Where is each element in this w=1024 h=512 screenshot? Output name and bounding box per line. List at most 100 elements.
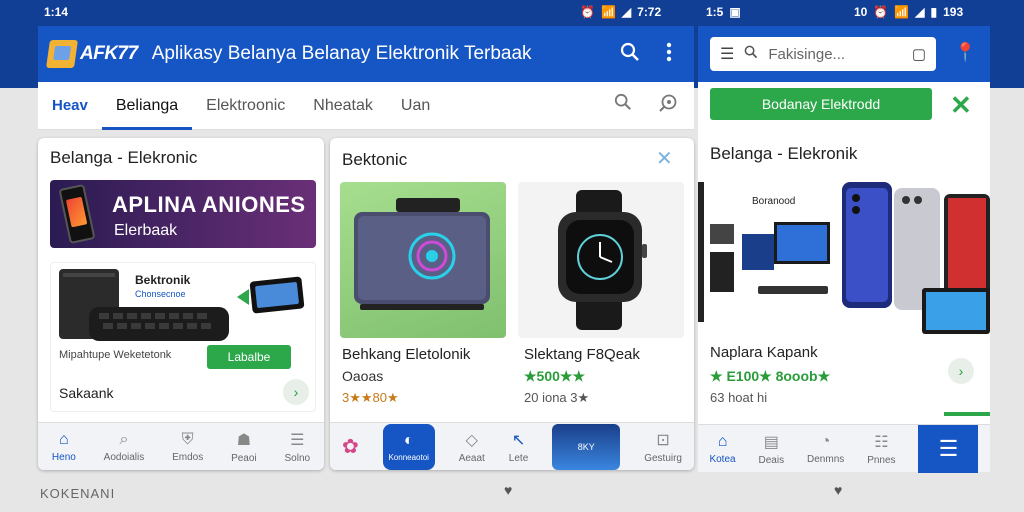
- right-panel: Bodanay Elektrodd ✕ Belanga - Elekronik …: [698, 82, 990, 473]
- tab-electronic[interactable]: Elektroonic: [192, 82, 299, 130]
- search-icon: [744, 45, 758, 63]
- drop-icon: ◇: [465, 431, 478, 449]
- tab-deals[interactable]: Nheatak: [299, 82, 387, 130]
- nav-cart[interactable]: ⊡ Gestuirg: [644, 430, 682, 464]
- nav-label: Konneaotoi: [388, 452, 429, 462]
- logo-icon: [46, 40, 78, 68]
- smartwatch-image: [558, 190, 647, 330]
- nav-menu[interactable]: ☰ Solno: [285, 430, 311, 464]
- tablet-image: [237, 276, 305, 314]
- chevron-right-icon[interactable]: ›: [283, 379, 309, 405]
- product-name: Behkang Eletolonik: [342, 346, 471, 363]
- chevron-right-icon[interactable]: ›: [948, 358, 974, 384]
- nav-label: Heno: [51, 451, 76, 463]
- status-time: 1:14: [44, 5, 69, 19]
- tab-shopping[interactable]: Belianga: [101, 82, 193, 130]
- section-title: Belanga - Elekronik: [710, 144, 858, 163]
- menu-icon[interactable]: ☰: [720, 44, 734, 64]
- product-name: Slektang F8Qeak: [524, 346, 640, 363]
- nav-label: Aeaat: [458, 452, 485, 464]
- search-field[interactable]: ☰ Fakisinge... ▢: [710, 37, 936, 71]
- screenshot-icon: ▣: [729, 5, 741, 19]
- product-rating: 63 hoat hi: [710, 390, 768, 405]
- nav-people[interactable]: ☗ Peaoi: [231, 430, 257, 464]
- footer-label: Sakaank: [59, 385, 114, 401]
- shield-icon: ⛨: [181, 430, 194, 448]
- card-title: Bektonic: [342, 150, 408, 169]
- phone-image: [58, 183, 96, 245]
- nav-label: Kotea: [709, 453, 736, 465]
- nav-app[interactable]: ◐ Konneaotoi: [382, 423, 435, 470]
- status-bar-left: 1:14: [44, 5, 68, 19]
- battery-icon: ▮: [930, 5, 938, 19]
- app-bar: AFK77 Aplikasy Belanya Belanay Elektroni…: [38, 26, 694, 82]
- nav-label: Lete: [508, 452, 529, 464]
- promo-small-text: Chonsecnoe: [135, 289, 186, 299]
- nav-drop[interactable]: ◇ Aeaat: [459, 430, 485, 464]
- home-icon: ⌂: [59, 430, 69, 448]
- nav-chat[interactable]: ◔ Denmns: [807, 433, 844, 465]
- nav-label: Aodoialis: [103, 451, 145, 463]
- bottom-nav: ✿ ◐ Konneaotoi ◇ Aeaat ↖ Lete 8KY ⊡ Gest…: [330, 422, 694, 470]
- nav-label: Pnnes: [867, 454, 896, 466]
- nav-chart[interactable]: ▤ Deais: [759, 432, 785, 466]
- nav-shield[interactable]: ⛨ Emdos: [172, 431, 203, 463]
- promo-button[interactable]: Labalbe: [207, 345, 291, 369]
- close-icon[interactable]: ✕: [656, 146, 673, 171]
- nav-menu-active[interactable]: ☰: [918, 424, 979, 473]
- bottom-nav: ⌂ Kotea ▤ Deais ◔ Denmns ☷ Pnnes ☰: [698, 424, 990, 473]
- nav-phone[interactable]: 8KY: [552, 423, 621, 470]
- close-icon[interactable]: ✕: [950, 90, 972, 121]
- tab-other[interactable]: Uan: [387, 82, 444, 130]
- search-icon[interactable]: [620, 42, 640, 67]
- more-options-icon[interactable]: [666, 42, 672, 67]
- devices-image: [698, 182, 990, 334]
- product-promo[interactable]: Bektronik Chonsecnoe Mipahtupe Weketeton…: [50, 262, 316, 412]
- promo-label: Bektronik: [135, 273, 191, 287]
- product-price: Oaoas: [342, 368, 384, 384]
- nav-pinwheel[interactable]: ✿: [342, 434, 359, 459]
- search-icon: ⌕: [119, 430, 129, 448]
- list-icon: ☷: [874, 433, 889, 451]
- product-name: Naplara Kapank: [710, 344, 818, 361]
- signal-icon: ◢: [621, 5, 632, 19]
- hero-devices-image[interactable]: Boranood: [698, 174, 990, 334]
- nav-label: 8KY: [577, 441, 595, 452]
- green-action-button[interactable]: Bodanay Elektrodd: [710, 88, 932, 120]
- product-price: ★500★★: [524, 368, 586, 384]
- product-image-speaker[interactable]: [340, 182, 506, 338]
- nav-home[interactable]: ⌂ Heno: [52, 431, 76, 463]
- app-logo[interactable]: AFK77: [46, 40, 138, 68]
- voice-search-icon[interactable]: [658, 93, 678, 118]
- promo-banner[interactable]: APLINA ANIONES Elerbaak: [50, 180, 316, 248]
- status-bar-right: 10 ⏰ 📶 ◢ ▮ 193: [854, 5, 963, 19]
- speaker-image: [354, 198, 490, 310]
- search-icon[interactable]: [614, 93, 632, 118]
- nav-home[interactable]: ⌂ Kotea: [709, 433, 735, 465]
- nav-cursor[interactable]: ↖ Lete: [509, 430, 528, 464]
- products-card: Bektonic ✕ Behkang Eletolonik Oaoas 3★★8…: [330, 138, 694, 470]
- category-card: Belanga - Elekronic APLINA ANIONES Elerb…: [38, 138, 324, 470]
- menu-icon: ☰: [938, 435, 959, 461]
- chat-icon: ◔: [820, 432, 831, 450]
- product-image-watch[interactable]: [518, 182, 684, 338]
- search-input[interactable]: Fakisinge...: [768, 46, 845, 63]
- camera-icon[interactable]: ▢: [912, 45, 926, 63]
- wifi-icon: 📶: [894, 5, 910, 19]
- app-icon: ◐: [403, 431, 414, 449]
- banner-subtitle: Elerbaak: [114, 222, 178, 239]
- logo-text: AFK77: [80, 43, 138, 64]
- cart-icon: ⊡: [656, 431, 670, 449]
- location-icon[interactable]: 📍: [954, 42, 976, 63]
- chart-icon: ▤: [763, 433, 779, 451]
- nav-list[interactable]: ☷ Pnnes: [867, 432, 895, 466]
- nav-label: Gestuirg: [644, 452, 682, 464]
- nav-search[interactable]: ⌕ Aodoialis: [104, 431, 145, 463]
- nav-label: Emdos: [172, 451, 204, 463]
- status-bar-right-time: 1:5 ▣: [706, 5, 741, 19]
- people-icon: ☗: [236, 431, 252, 449]
- bottom-nav: ⌂ Heno ⌕ Aodoialis ⛨ Emdos ☗ Peaoi ☰ Sol…: [38, 422, 324, 470]
- tab-home[interactable]: Heav: [38, 82, 102, 130]
- hero-label: Boranood: [752, 196, 796, 207]
- banner-heading: APLINA ANIONES: [112, 192, 306, 217]
